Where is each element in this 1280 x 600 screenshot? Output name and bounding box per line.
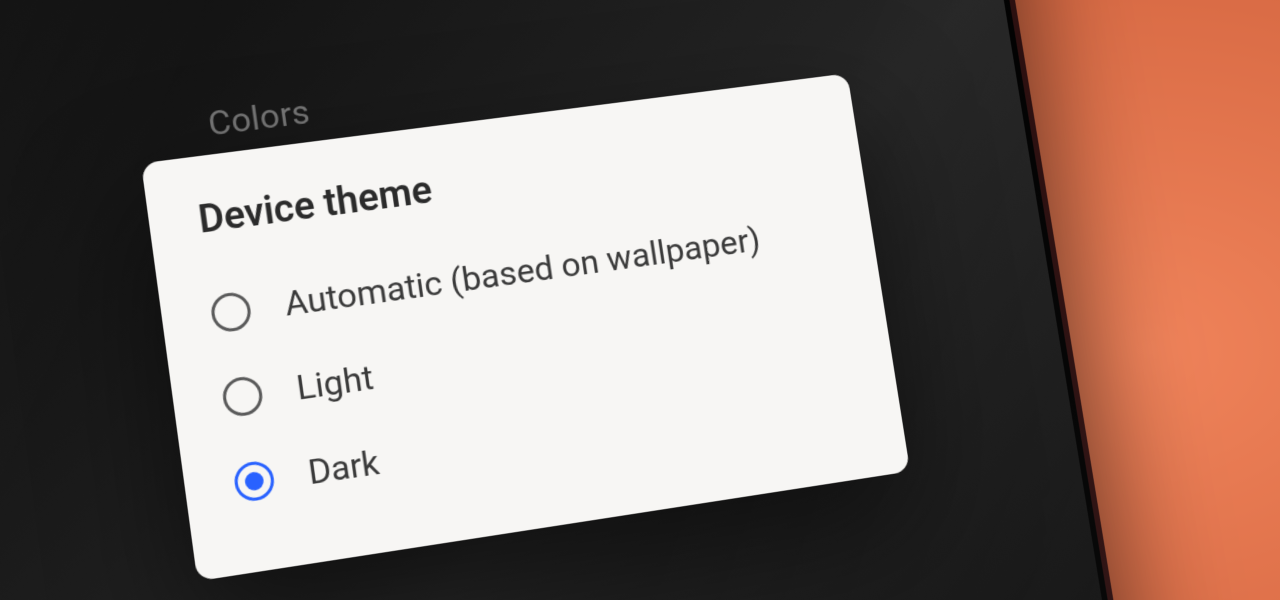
phone-wrap: Auto-rotate screen Colors Screen saver D… [0, 0, 1140, 600]
settings-row-auto-rotate[interactable]: Auto-rotate screen [187, 0, 476, 6]
option-label: Light [294, 358, 376, 409]
radio-icon [232, 459, 276, 503]
photo-scene: Auto-rotate screen Colors Screen saver D… [0, 0, 1280, 600]
settings-row-colors[interactable]: Colors [206, 92, 313, 144]
device-theme-dialog: Device theme Automatic (based on wallpap… [141, 73, 910, 581]
radio-icon [221, 375, 265, 419]
option-label: Dark [306, 443, 382, 494]
radio-icon [209, 290, 253, 333]
phone-screen: Auto-rotate screen Colors Screen saver D… [0, 0, 1140, 600]
